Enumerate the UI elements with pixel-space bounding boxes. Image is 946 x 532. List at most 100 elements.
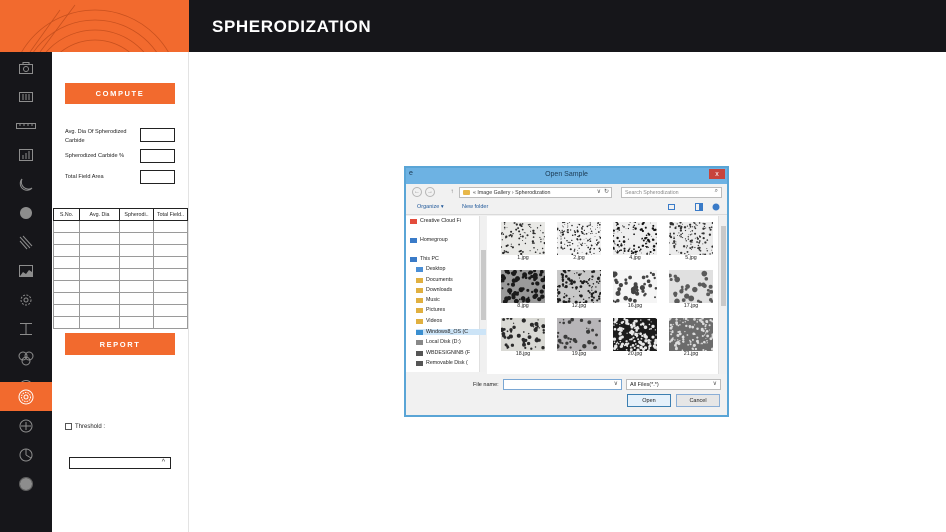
- table-cell[interactable]: [153, 220, 188, 233]
- rail-circle[interactable]: [0, 198, 52, 227]
- table-cell[interactable]: [119, 244, 154, 257]
- tree-item[interactable]: Windows8_OS (C: [416, 329, 486, 335]
- table-cell[interactable]: [53, 244, 80, 257]
- threshold-checkbox[interactable]: [65, 423, 72, 430]
- table-cell[interactable]: [119, 280, 154, 293]
- files-scrollbar[interactable]: [718, 216, 727, 374]
- address-bar[interactable]: « Image Gallery › Spherodization ∨ ↻: [459, 187, 612, 198]
- table-cell[interactable]: [53, 256, 80, 269]
- search-input[interactable]: Search Spherodization ⌕: [621, 187, 722, 198]
- file-item[interactable]: 21.jpg: [665, 315, 717, 359]
- table-cell[interactable]: [53, 220, 80, 233]
- table-cell[interactable]: [153, 232, 188, 245]
- tree-item[interactable]: Videos: [416, 318, 486, 324]
- table-cell[interactable]: [119, 316, 154, 329]
- chevron-down-icon[interactable]: ∨: [597, 188, 601, 195]
- chevron-down-icon[interactable]: ∨: [614, 380, 618, 387]
- back-icon[interactable]: ←: [412, 187, 422, 197]
- table-cell[interactable]: [79, 292, 120, 305]
- table-cell[interactable]: [153, 292, 188, 305]
- table-cell[interactable]: [153, 256, 188, 269]
- rail-area-chart[interactable]: [0, 256, 52, 285]
- col-sno[interactable]: S.No.: [53, 208, 80, 221]
- total-field-field[interactable]: [140, 170, 175, 184]
- table-cell[interactable]: [153, 244, 188, 257]
- tree-item[interactable]: Homegroup: [410, 237, 482, 243]
- col-spherodized[interactable]: Spherodi..: [119, 208, 154, 221]
- table-cell[interactable]: [119, 232, 154, 245]
- table-cell[interactable]: [53, 292, 80, 305]
- tree-item[interactable]: Downloads: [416, 287, 486, 293]
- rail-sliders[interactable]: [0, 82, 52, 111]
- tree-item[interactable]: Local Disk (D:): [416, 339, 486, 345]
- rail-crosshair[interactable]: [0, 411, 52, 440]
- tree-item[interactable]: Documents: [416, 277, 486, 283]
- tree-item[interactable]: WBDESIGNINB (F: [416, 350, 486, 356]
- up-icon[interactable]: ↑: [447, 187, 457, 197]
- table-cell[interactable]: [153, 316, 188, 329]
- report-button[interactable]: REPORT: [65, 333, 175, 355]
- table-cell[interactable]: [153, 304, 188, 317]
- table-cell[interactable]: [53, 304, 80, 317]
- carbide-pct-field[interactable]: [140, 149, 175, 163]
- avg-dia-field[interactable]: [140, 128, 175, 142]
- new-folder-button[interactable]: New folder: [462, 204, 488, 210]
- table-cell[interactable]: [53, 232, 80, 245]
- table-cell[interactable]: [119, 292, 154, 305]
- table-cell[interactable]: [153, 268, 188, 281]
- tree-item[interactable]: Pictures: [416, 307, 486, 313]
- file-item[interactable]: 16.jpg: [609, 267, 661, 311]
- file-item[interactable]: 20.jpg: [609, 315, 661, 359]
- table-cell[interactable]: [53, 268, 80, 281]
- rail-pie[interactable]: [0, 440, 52, 469]
- table-cell[interactable]: [79, 304, 120, 317]
- rail-camera[interactable]: [0, 53, 52, 82]
- rail-spheroid[interactable]: [0, 382, 52, 411]
- tree-item[interactable]: Music: [416, 297, 486, 303]
- table-cell[interactable]: [79, 256, 120, 269]
- file-item[interactable]: 8.jpg: [497, 267, 549, 311]
- file-type-select[interactable]: All Files(*.*) ∨: [626, 379, 721, 390]
- rail-circles[interactable]: [0, 343, 52, 372]
- rail-gear[interactable]: [0, 285, 52, 314]
- view-options-icon[interactable]: [668, 203, 676, 211]
- tree-item[interactable]: This PC: [410, 256, 482, 262]
- file-item[interactable]: 18.jpg: [497, 315, 549, 359]
- rail-dot-circle[interactable]: [0, 469, 52, 498]
- table-cell[interactable]: [119, 268, 154, 281]
- help-icon[interactable]: [712, 203, 720, 211]
- tree-item[interactable]: Removable Disk (: [416, 360, 486, 366]
- open-button[interactable]: Open: [627, 394, 671, 407]
- preview-pane-icon[interactable]: [695, 203, 703, 211]
- table-cell[interactable]: [79, 244, 120, 257]
- file-item[interactable]: 5.jpg: [665, 219, 717, 263]
- table-cell[interactable]: [119, 220, 154, 233]
- file-name-input[interactable]: ∨: [503, 379, 622, 390]
- file-item[interactable]: 12.jpg: [553, 267, 605, 311]
- table-cell[interactable]: [79, 220, 120, 233]
- table-cell[interactable]: [79, 280, 120, 293]
- table-cell[interactable]: [79, 232, 120, 245]
- forward-icon[interactable]: →: [425, 187, 435, 197]
- rail-crescent[interactable]: [0, 169, 52, 198]
- refresh-icon[interactable]: ↻: [604, 188, 609, 195]
- table-cell[interactable]: [153, 280, 188, 293]
- file-item[interactable]: 2.jpg: [553, 219, 605, 263]
- col-avg-dia[interactable]: Avg. Dia: [79, 208, 120, 221]
- file-item[interactable]: 1.jpg: [497, 219, 549, 263]
- close-button[interactable]: x: [709, 169, 725, 179]
- file-item[interactable]: 4.jpg: [609, 219, 661, 263]
- rail-ruler[interactable]: [0, 111, 52, 140]
- table-cell[interactable]: [119, 256, 154, 269]
- file-item[interactable]: 19.jpg: [553, 315, 605, 359]
- table-cell[interactable]: [79, 268, 120, 281]
- cancel-button[interactable]: Cancel: [676, 394, 720, 407]
- table-cell[interactable]: [119, 304, 154, 317]
- rail-bar-chart[interactable]: [0, 140, 52, 169]
- col-total-field[interactable]: Total Field..: [153, 208, 188, 221]
- tree-item[interactable]: Creative Cloud Fi: [410, 218, 482, 224]
- compute-button[interactable]: COMPUTE: [65, 83, 175, 104]
- table-cell[interactable]: [53, 316, 80, 329]
- file-item[interactable]: 17.jpg: [665, 267, 717, 311]
- organize-menu[interactable]: Organize ▾: [417, 204, 444, 210]
